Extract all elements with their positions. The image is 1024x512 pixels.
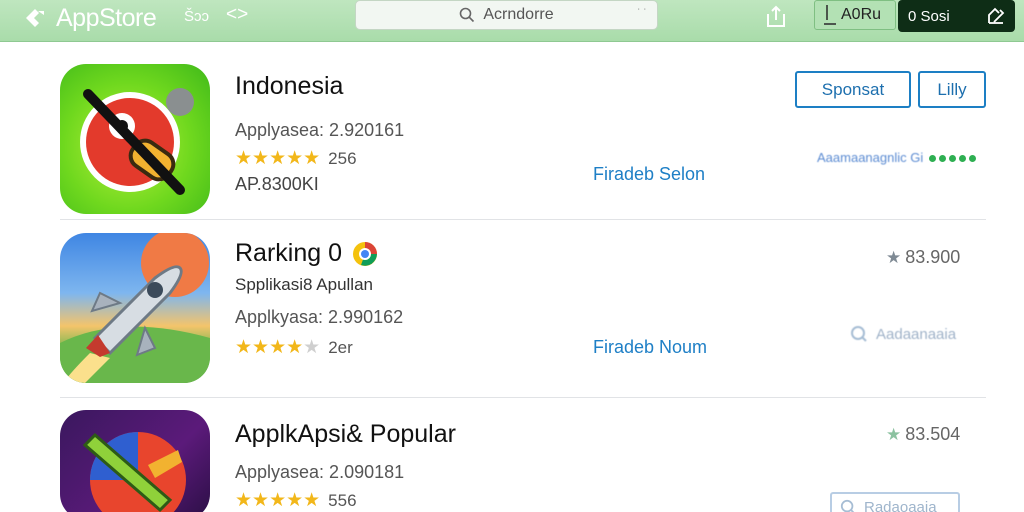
price-label: ★ 83.900 bbox=[886, 247, 960, 268]
chrome-badge-icon bbox=[353, 241, 377, 266]
search-options[interactable]: ˙ ˙ bbox=[638, 8, 647, 19]
edit-icon bbox=[988, 7, 1005, 24]
review-count: 256 bbox=[328, 149, 357, 168]
popular-game-graphic bbox=[82, 432, 186, 512]
feature-link[interactable]: Firadeb Selon bbox=[593, 164, 705, 185]
price-value: 83.504 bbox=[905, 424, 961, 444]
app-meta: Applkyasa: 2.990162 bbox=[235, 307, 404, 327]
faded-action-button[interactable]: Radaoaaia bbox=[830, 492, 960, 512]
secondary-button[interactable]: Lilly bbox=[918, 71, 986, 108]
download-icon bbox=[824, 5, 836, 25]
rocket-icon[interactable] bbox=[60, 233, 210, 383]
blurred-link[interactable]: Aaamaanagnlic Gi bbox=[817, 150, 923, 165]
star-icon: ★ bbox=[886, 424, 902, 444]
app-store-logo[interactable]: AppStore bbox=[22, 3, 157, 32]
store-label: 0 Sosi bbox=[908, 7, 950, 25]
price-label: ★ 83.504 bbox=[886, 424, 960, 445]
app-meta: Applyasea: 2.090181 bbox=[235, 462, 405, 482]
rating-stars: ★★★★★ 256 bbox=[235, 148, 357, 169]
review-count: 2er bbox=[328, 338, 353, 357]
rating-stars: ★★★★★ 556 bbox=[235, 490, 357, 511]
search-input[interactable]: Acrndorre bbox=[483, 6, 553, 24]
rocket-graphic bbox=[60, 233, 210, 383]
red-bird-graphic bbox=[80, 88, 194, 195]
nav-arrows[interactable]: <> bbox=[226, 4, 248, 26]
share-icon[interactable] bbox=[765, 4, 787, 28]
star-icon: ★ bbox=[886, 247, 902, 267]
top-bar: AppStore Šɔɔ <> Acrndorre ˙ ˙ A0Ru 0 Sos… bbox=[0, 0, 1024, 42]
apple-logo-icon bbox=[26, 9, 44, 27]
app-title[interactable]: ApplkApsi& Popular bbox=[235, 420, 456, 449]
feature-link[interactable]: Firadeb Noum bbox=[593, 337, 707, 358]
list-item[interactable]: Rarking 0 Spplikasi8 Apullan Applkyasa: … bbox=[60, 233, 986, 385]
search-icon bbox=[460, 7, 475, 23]
app-title-row: Rarking 0 bbox=[235, 239, 378, 268]
divider bbox=[60, 219, 986, 220]
app-title[interactable]: Indonesia bbox=[235, 72, 343, 101]
price-value: 83.900 bbox=[905, 247, 961, 267]
faded-action[interactable]: Aadaanaaia bbox=[850, 325, 956, 343]
rating-stars: ★★★★★ 2er bbox=[235, 337, 353, 358]
search-icon bbox=[851, 326, 867, 342]
app-id: AP.8300KI bbox=[235, 174, 319, 194]
sponsor-button[interactable]: Sponsat bbox=[795, 71, 911, 108]
pagination-dots[interactable] bbox=[929, 155, 976, 162]
app-subtitle: Spplikasi8 Apullan bbox=[235, 275, 373, 294]
store-button[interactable]: 0 Sosi bbox=[898, 0, 1015, 32]
red-bird-icon[interactable] bbox=[60, 64, 210, 214]
list-item[interactable]: Indonesia Applyasea: 2.920161 ★★★★★ 256 A… bbox=[60, 64, 986, 214]
app-meta: Applyasea: 2.920161 bbox=[235, 120, 405, 140]
list-item[interactable]: ApplkApsi& Popular Applyasea: 2.090181 ★… bbox=[60, 410, 986, 512]
review-count: 556 bbox=[328, 491, 357, 510]
account-button[interactable]: A0Ru bbox=[814, 0, 896, 30]
faded-action-label: Aadaanaaia bbox=[876, 325, 957, 343]
app-title[interactable]: Rarking 0 bbox=[235, 239, 342, 268]
divider bbox=[60, 397, 986, 398]
nav-back-link[interactable]: Šɔɔ bbox=[184, 8, 209, 25]
logo-text: AppStore bbox=[56, 3, 157, 32]
search-bar[interactable]: Acrndorre ˙ ˙ bbox=[355, 0, 658, 30]
account-label: A0Ru bbox=[841, 6, 882, 23]
popular-game-icon[interactable] bbox=[60, 410, 210, 512]
search-icon bbox=[840, 499, 855, 512]
faded-action-label: Radaoaaia bbox=[864, 498, 937, 512]
